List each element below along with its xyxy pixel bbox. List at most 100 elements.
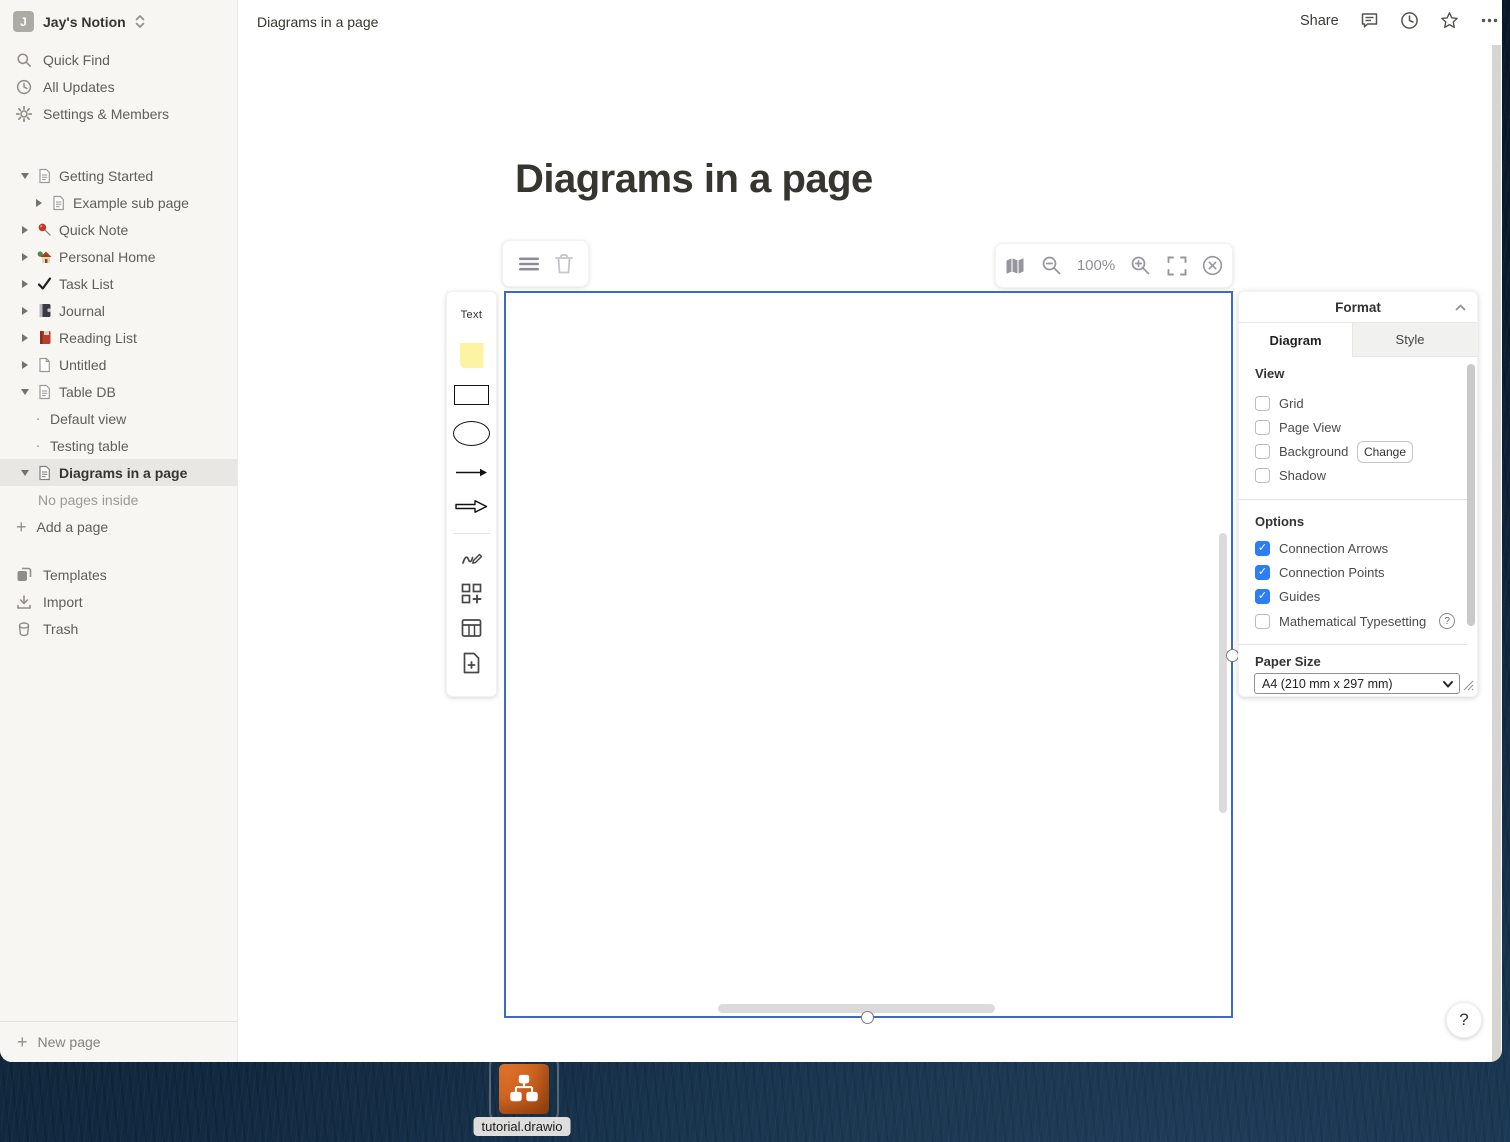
background-checkbox-row[interactable]: Background bbox=[1255, 440, 1348, 462]
shadow-checkbox[interactable] bbox=[1255, 468, 1270, 483]
canvas-vertical-scrollbar[interactable] bbox=[1219, 533, 1227, 813]
sidebar-item-templates[interactable]: Templates bbox=[0, 561, 237, 588]
sidebar-item-trash[interactable]: Trash bbox=[0, 615, 237, 642]
fullscreen-icon[interactable] bbox=[1166, 255, 1187, 276]
desktop-file-tutorial-drawio[interactable] bbox=[489, 1054, 559, 1124]
collapse-chevron-icon[interactable] bbox=[1454, 301, 1467, 314]
expand-toggle[interactable] bbox=[16, 173, 34, 179]
history-clock-icon[interactable] bbox=[1400, 11, 1419, 30]
sidebar-item-all-updates[interactable]: All Updates bbox=[0, 73, 237, 100]
palette-arrow-shape[interactable] bbox=[455, 467, 488, 478]
grid-checkbox[interactable] bbox=[1255, 396, 1270, 411]
sidebar-item-task-list[interactable]: Task List bbox=[0, 270, 237, 297]
palette-ellipse-shape[interactable] bbox=[453, 421, 490, 446]
format-panel: Format Diagram Style View Grid Page View… bbox=[1238, 291, 1478, 697]
connection-arrows-checkbox[interactable] bbox=[1255, 541, 1270, 556]
more-shapes-icon[interactable] bbox=[461, 582, 483, 604]
expand-toggle[interactable] bbox=[16, 253, 34, 261]
zoom-level[interactable]: 100% bbox=[1077, 257, 1115, 274]
grid-checkbox-row[interactable]: Grid bbox=[1255, 392, 1304, 414]
add-a-page-button[interactable]: + Add a page bbox=[0, 513, 237, 540]
sidebar-item-settings-members[interactable]: Settings & Members bbox=[0, 100, 237, 127]
sidebar-item-quick-find[interactable]: Quick Find bbox=[0, 46, 237, 73]
sidebar-menu: Quick Find All Updates Settings & Member… bbox=[0, 46, 237, 127]
diagram-canvas[interactable] bbox=[504, 291, 1233, 1018]
sidebar-item-quick-note[interactable]: Quick Note bbox=[0, 216, 237, 243]
share-button[interactable]: Share bbox=[1300, 13, 1339, 29]
expand-toggle[interactable] bbox=[16, 361, 34, 369]
palette-block-arrow-shape[interactable] bbox=[455, 499, 488, 514]
browser-scrollbar[interactable] bbox=[1492, 45, 1501, 1062]
sidebar-item-diagrams-in-a-page[interactable]: Diagrams in a page bbox=[0, 459, 237, 486]
sidebar-item-testing-table[interactable]: · Testing table bbox=[0, 432, 237, 459]
sidebar-footer-menu: Templates Import Trash bbox=[0, 561, 237, 642]
connection-points-checkbox[interactable] bbox=[1255, 565, 1270, 580]
page-view-checkbox-row[interactable]: Page View bbox=[1255, 416, 1341, 438]
sidebar-item-label: Reading List bbox=[59, 330, 137, 346]
page-view-checkbox[interactable] bbox=[1255, 420, 1270, 435]
math-typesetting-checkbox[interactable] bbox=[1255, 614, 1270, 629]
sidebar-item-import[interactable]: Import bbox=[0, 588, 237, 615]
expand-toggle[interactable] bbox=[16, 334, 34, 342]
guides-checkbox[interactable] bbox=[1255, 589, 1270, 604]
breadcrumb[interactable]: Diagrams in a page bbox=[257, 14, 378, 30]
sidebar-item-table-db[interactable]: Table DB bbox=[0, 378, 237, 405]
insert-table-icon[interactable] bbox=[461, 617, 483, 639]
insert-page-icon[interactable] bbox=[461, 652, 483, 674]
palette-text-shape[interactable]: Text bbox=[461, 309, 483, 321]
comments-icon[interactable] bbox=[1360, 11, 1379, 30]
palette-sticky-note-shape[interactable] bbox=[460, 343, 484, 368]
more-options-icon[interactable] bbox=[1480, 11, 1499, 30]
zoom-out-icon[interactable] bbox=[1041, 255, 1062, 276]
sidebar-item-getting-started[interactable]: Getting Started bbox=[0, 162, 237, 189]
view-section-title: View bbox=[1255, 366, 1284, 381]
expand-toggle[interactable] bbox=[30, 199, 48, 207]
minimap-icon[interactable] bbox=[1005, 255, 1026, 276]
canvas-horizontal-scrollbar[interactable] bbox=[718, 1004, 995, 1013]
help-button[interactable]: ? bbox=[1446, 1002, 1482, 1038]
palette-rectangle-shape[interactable] bbox=[454, 385, 489, 405]
star-favorite-icon[interactable] bbox=[1440, 11, 1459, 30]
freehand-draw-icon[interactable] bbox=[461, 547, 483, 569]
import-icon bbox=[15, 593, 32, 610]
sidebar-item-journal[interactable]: Journal bbox=[0, 297, 237, 324]
shadow-checkbox-row[interactable]: Shadow bbox=[1255, 464, 1326, 486]
sidebar-item-label: Templates bbox=[43, 567, 107, 583]
sidebar-item-personal-home[interactable]: Personal Home bbox=[0, 243, 237, 270]
help-question-icon[interactable]: ? bbox=[1439, 613, 1455, 629]
sidebar-item-label: Diagrams in a page bbox=[59, 465, 187, 481]
expand-toggle[interactable] bbox=[16, 389, 34, 395]
expand-toggle[interactable] bbox=[16, 307, 34, 315]
bullet-icon: · bbox=[30, 437, 46, 454]
menu-hamburger-icon[interactable] bbox=[518, 255, 540, 273]
connection-points-checkbox-row[interactable]: Connection Points bbox=[1255, 561, 1385, 583]
close-embed-icon[interactable] bbox=[1202, 255, 1223, 276]
paper-size-select[interactable]: A4 (210 mm x 297 mm) bbox=[1254, 673, 1460, 694]
expand-toggle[interactable] bbox=[16, 280, 34, 288]
page-title[interactable]: Diagrams in a page bbox=[515, 157, 873, 202]
sidebar-item-example-sub-page[interactable]: Example sub page bbox=[0, 189, 237, 216]
background-checkbox[interactable] bbox=[1255, 444, 1270, 459]
sidebar-item-untitled[interactable]: Untitled bbox=[0, 351, 237, 378]
delete-trash-icon[interactable] bbox=[554, 253, 574, 275]
expand-toggle[interactable] bbox=[16, 226, 34, 234]
tab-style[interactable]: Style bbox=[1353, 323, 1467, 356]
new-page-button[interactable]: + New page bbox=[0, 1021, 237, 1062]
change-background-button[interactable]: Change bbox=[1357, 441, 1413, 463]
sidebar-item-default-view[interactable]: · Default view bbox=[0, 405, 237, 432]
checkbox-label: Background bbox=[1279, 444, 1348, 459]
embed-resize-handle-bottom[interactable] bbox=[861, 1011, 874, 1024]
guides-checkbox-row[interactable]: Guides bbox=[1255, 585, 1320, 607]
desktop-file-label[interactable]: tutorial.drawio bbox=[474, 1117, 571, 1136]
connection-arrows-checkbox-row[interactable]: Connection Arrows bbox=[1255, 537, 1388, 559]
format-panel-scrollbar[interactable] bbox=[1467, 364, 1475, 626]
pushpin-icon bbox=[36, 221, 53, 238]
sidebar-item-reading-list[interactable]: Reading List bbox=[0, 324, 237, 351]
panel-resize-grip[interactable] bbox=[1461, 678, 1474, 691]
zoom-in-icon[interactable] bbox=[1130, 255, 1151, 276]
workspace-switcher[interactable]: J Jay's Notion bbox=[0, 0, 237, 38]
math-typesetting-checkbox-row[interactable]: Mathematical Typesetting ? bbox=[1255, 610, 1455, 632]
sidebar-item-label: Task List bbox=[59, 276, 113, 292]
expand-toggle[interactable] bbox=[16, 470, 34, 476]
tab-diagram[interactable]: Diagram bbox=[1239, 323, 1353, 357]
